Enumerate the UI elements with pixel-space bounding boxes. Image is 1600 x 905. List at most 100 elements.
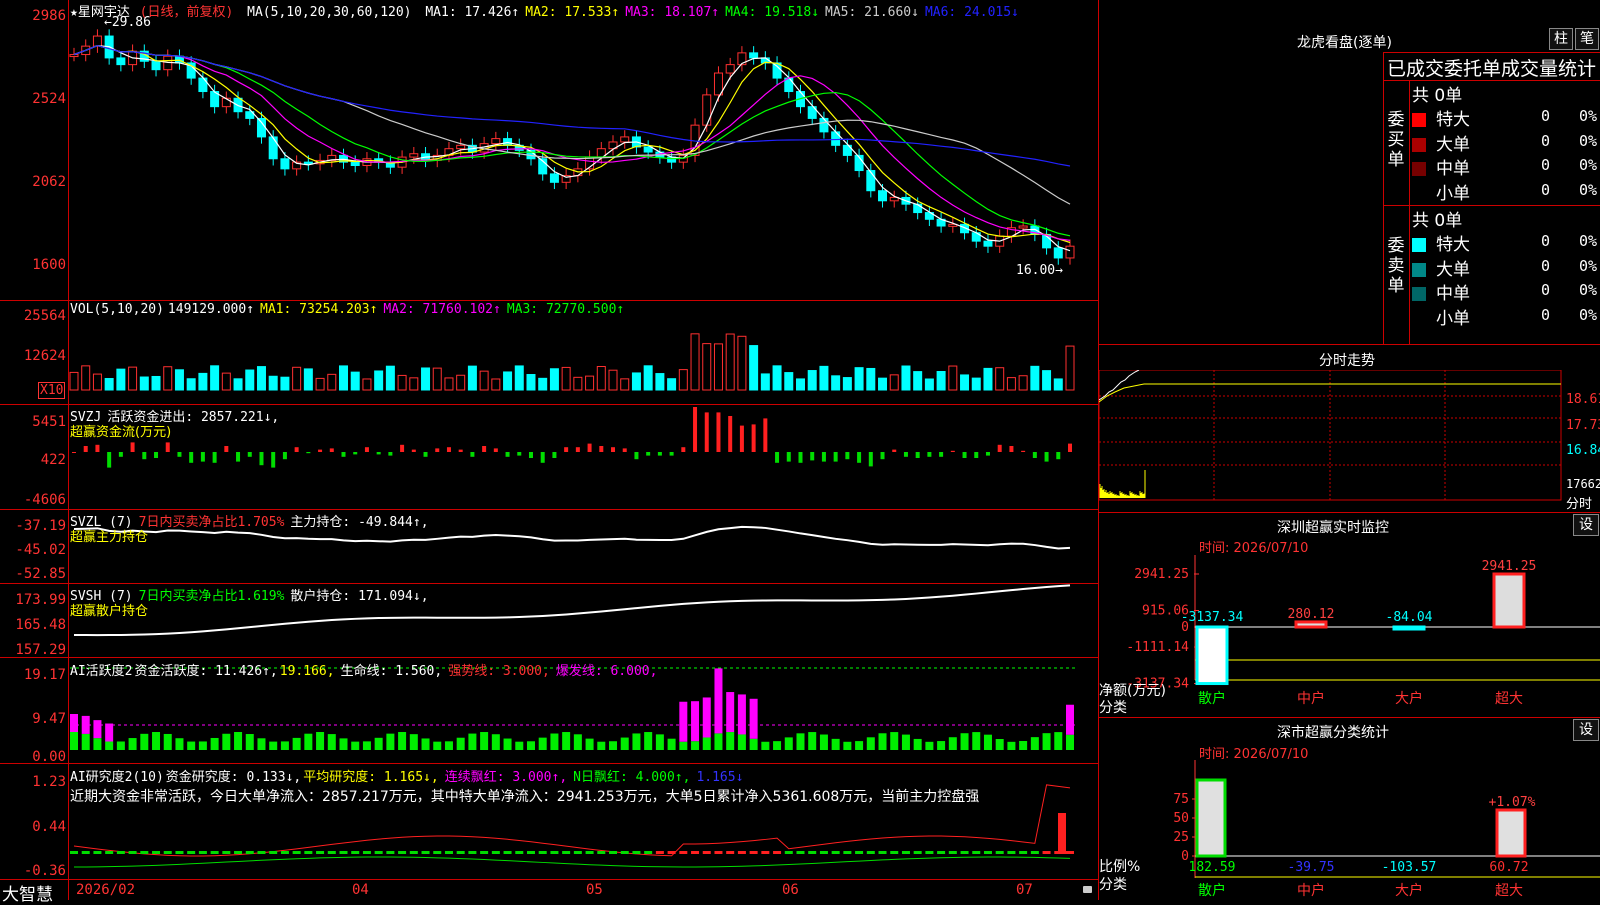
order-size-name: 特大 [1436,110,1470,130]
kline-candle [866,170,876,192]
monitor-settings-button[interactable]: 设 [1573,514,1599,536]
volume-bar [210,365,220,391]
fund-flow-bar [857,452,862,463]
svsh-subtitle: 超赢散户持仓 [70,604,149,619]
volume-bar [1042,370,1052,391]
research-bar [81,851,90,854]
fund-flow-bar [505,452,510,457]
kline-candle [1065,245,1075,259]
active-title: 资金活跃度: 11.426↑, [134,664,278,679]
fund-flow-bar [903,452,908,457]
activity-bar [866,737,875,750]
volume-bar [585,375,595,391]
research-bar [140,851,149,854]
activity-bar [316,732,325,750]
research-bar [269,851,278,854]
activity-bar [128,738,137,750]
order-size-name: 小单 [1436,183,1470,204]
net-amount-bar-chart[interactable]: 2941.25915.060-1111.14-3137.34-3137.34散户… [1099,555,1600,715]
ratio-value: -103.57 [1382,860,1437,875]
kline-chart-canvas[interactable] [0,0,1098,900]
kline-candle [1018,225,1028,229]
intraday-chart[interactable] [1099,370,1600,512]
fund-flow-bar [880,452,885,460]
lock-icon[interactable] [1083,886,1092,893]
intraday-tick: 16.84 [1566,443,1600,458]
research-bar [749,851,758,854]
active-label[interactable]: AI活跃度2 [70,664,132,679]
fund-flow-bar [611,447,616,452]
research-bar [773,851,782,854]
pane-divider[interactable] [0,404,1098,405]
activity-bar [234,732,243,750]
research-bar [890,851,899,854]
volume-bar [667,378,677,391]
price-tick: 2986 [32,8,66,24]
kline-candle [620,136,630,143]
research-bar [866,851,875,854]
volume-bar [432,367,442,391]
pane-divider[interactable] [0,657,1098,658]
fund-flow-bar [528,452,533,458]
research-bar [632,851,641,854]
order-volume: 0 [1541,156,1551,174]
svzj-tick: 5451 [32,414,66,430]
net-amount-label: 280.12 [1288,607,1335,622]
volume-bar [760,373,770,391]
research-bar [503,851,512,854]
activity-bar [257,738,266,750]
divider [1099,512,1600,513]
volume-bar [538,377,548,391]
volume-bar [444,377,454,391]
fund-flow-bar [1032,452,1037,458]
ratio-bar-chart[interactable]: 7550250+1.07%182.59散户-39.75中户-103.57大户60… [1099,760,1600,900]
kline-candle [92,35,102,47]
fund-flow-bar [985,452,990,456]
activity-burst-bar [679,701,688,742]
volume-bar [303,368,313,391]
activity-bar [1007,741,1016,750]
classify-settings-button[interactable]: 设 [1573,719,1599,741]
pane-divider[interactable] [0,509,1098,510]
research-bar [339,851,348,854]
research-title: 资金研究度: 0.133↓, [165,770,302,785]
fund-flow-bar [716,412,721,452]
kline-candle [350,161,360,166]
volume-bar [526,374,536,391]
vol-label[interactable]: VOL(5,10,20) [70,302,164,317]
activity-burst-bar [726,692,735,733]
vol-ma1: MA1: 73254.203↑ [260,302,378,317]
pane-divider[interactable] [0,763,1098,764]
volume-bar [174,369,184,391]
kline-type[interactable]: (日线，前复权) [140,5,234,20]
research-bar [901,851,910,854]
main-chart-area[interactable]: ★星网宇达 (日线，前复权) MA(5,10,20,30,60,120) MA1… [0,0,1098,905]
volume-bar [479,370,489,391]
fund-flow-bar [470,452,475,457]
divider [1383,52,1600,53]
pane-divider[interactable] [0,583,1098,584]
fund-flow-bar [306,452,311,454]
kline-candle [221,97,231,108]
svzj-tick: 422 [40,452,66,468]
volume-bar [889,374,899,391]
kline-candle [491,138,501,145]
fund-flow-bar [282,452,287,460]
pen-view-button[interactable]: 笔 [1575,28,1599,50]
fund-flow-bar [786,452,791,462]
pane-divider[interactable] [0,300,1098,301]
research-label[interactable]: AI研究度2(10) [70,770,164,785]
ma-params[interactable]: MA(5,10,20,30,60,120) [247,5,411,20]
volume-bar [596,366,606,391]
research-bar [913,851,922,854]
research-bar [831,851,840,854]
activity-bar [245,734,254,750]
kline-candle [456,144,466,150]
activity-bar [140,733,149,750]
activity-bar [550,733,559,750]
research-bar [222,851,231,854]
bar-view-button[interactable]: 柱 [1549,28,1573,50]
fund-flow-bar [294,447,299,452]
volume-bar [878,377,888,391]
volume-bar [678,369,688,391]
